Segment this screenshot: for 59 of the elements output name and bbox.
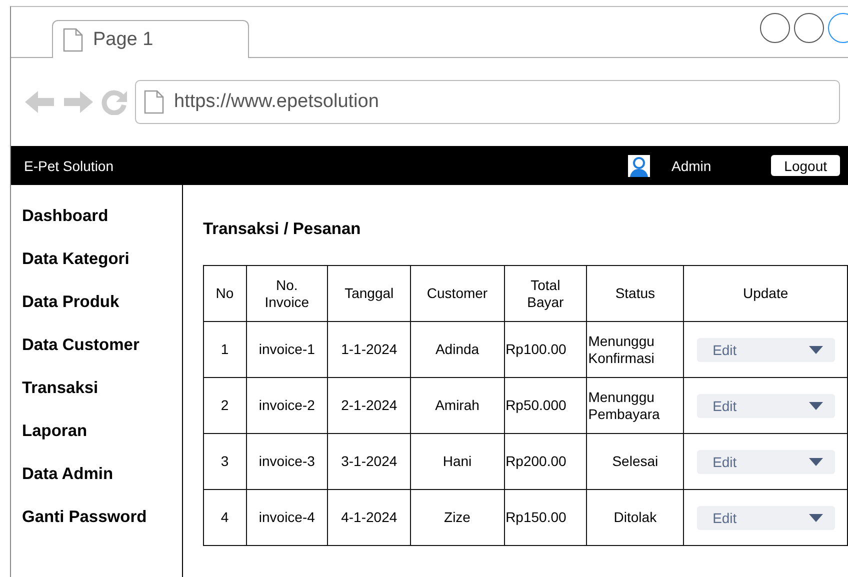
table-cell: invoice-2 <box>246 378 328 434</box>
window-button[interactable] <box>794 13 824 43</box>
table-cell: 2-1-2024 <box>328 378 410 434</box>
column-header: Tanggal <box>328 266 410 322</box>
table-cell: 4 <box>204 490 246 546</box>
table-cell: Menunggu Konfirmasi <box>586 322 684 378</box>
sidebar-item[interactable]: Transaksi <box>22 379 182 422</box>
sidebar-item[interactable]: Ganti Password <box>22 508 182 551</box>
caret-icon <box>808 402 823 410</box>
sidebar-item[interactable]: Data Admin <box>22 465 182 508</box>
sidebar-item[interactable]: Data Produk <box>22 293 182 336</box>
edit-dropdown[interactable]: Edit <box>696 394 835 418</box>
tab-title: Page 1 <box>93 28 154 50</box>
logout-button[interactable]: Logout <box>771 155 840 176</box>
table-cell: invoice-3 <box>246 434 328 490</box>
user-name: Admin <box>671 158 712 174</box>
table-cell: Adinda <box>410 322 504 378</box>
document-icon <box>144 90 164 114</box>
caret-icon <box>808 458 823 466</box>
column-header: No. Invoice <box>246 266 328 322</box>
address-bar[interactable]: https://www.epetsolution <box>135 80 840 124</box>
column-header: Customer <box>410 266 504 322</box>
sidebar-item[interactable]: Data Kategori <box>22 250 182 293</box>
table-cell: invoice-4 <box>246 490 328 546</box>
table-cell: Selesai <box>586 434 684 490</box>
table-cell: 3 <box>204 434 246 490</box>
caret-icon <box>808 514 823 522</box>
sidebar-item[interactable]: Dashboard <box>22 207 182 250</box>
table-cell: 2 <box>204 378 246 434</box>
edit-dropdown[interactable]: Edit <box>696 450 835 474</box>
table-cell: Amirah <box>410 378 504 434</box>
user-avatar-icon <box>628 154 650 176</box>
window-button[interactable] <box>760 13 790 43</box>
column-header: Status <box>586 266 684 322</box>
table-cell: Rp150.00 <box>504 490 587 546</box>
table-cell: Menunggu Pembayara <box>586 378 684 434</box>
caret-icon <box>808 346 823 354</box>
table-cell: Rp100.00 <box>504 322 587 378</box>
table-cell: Rp200.00 <box>504 434 587 490</box>
sidebar-item[interactable]: Laporan <box>22 422 182 465</box>
column-header: Total Bayar <box>504 266 587 322</box>
table-cell: Ditolak <box>586 490 684 546</box>
column-header: No <box>204 266 246 322</box>
column-header: Update <box>684 266 848 322</box>
table-cell: Zize <box>410 490 504 546</box>
document-icon <box>63 28 83 52</box>
table-cell: invoice-1 <box>246 322 328 378</box>
table-cell: Rp50.000 <box>504 378 587 434</box>
table-cell: 1-1-2024 <box>328 322 410 378</box>
edit-dropdown[interactable]: Edit <box>696 506 835 530</box>
browser-tab[interactable]: Page 1 <box>52 20 249 58</box>
table-cell: 3-1-2024 <box>328 434 410 490</box>
sidebar-item[interactable]: Data Customer <box>22 336 182 379</box>
edit-dropdown[interactable]: Edit <box>696 338 835 362</box>
page-title: Transaksi / Pesanan <box>203 220 362 239</box>
table-cell: 4-1-2024 <box>328 490 410 546</box>
brand-name: E-Pet Solution <box>24 158 114 174</box>
table-cell: 1 <box>204 322 246 378</box>
table-cell: Hani <box>410 434 504 490</box>
